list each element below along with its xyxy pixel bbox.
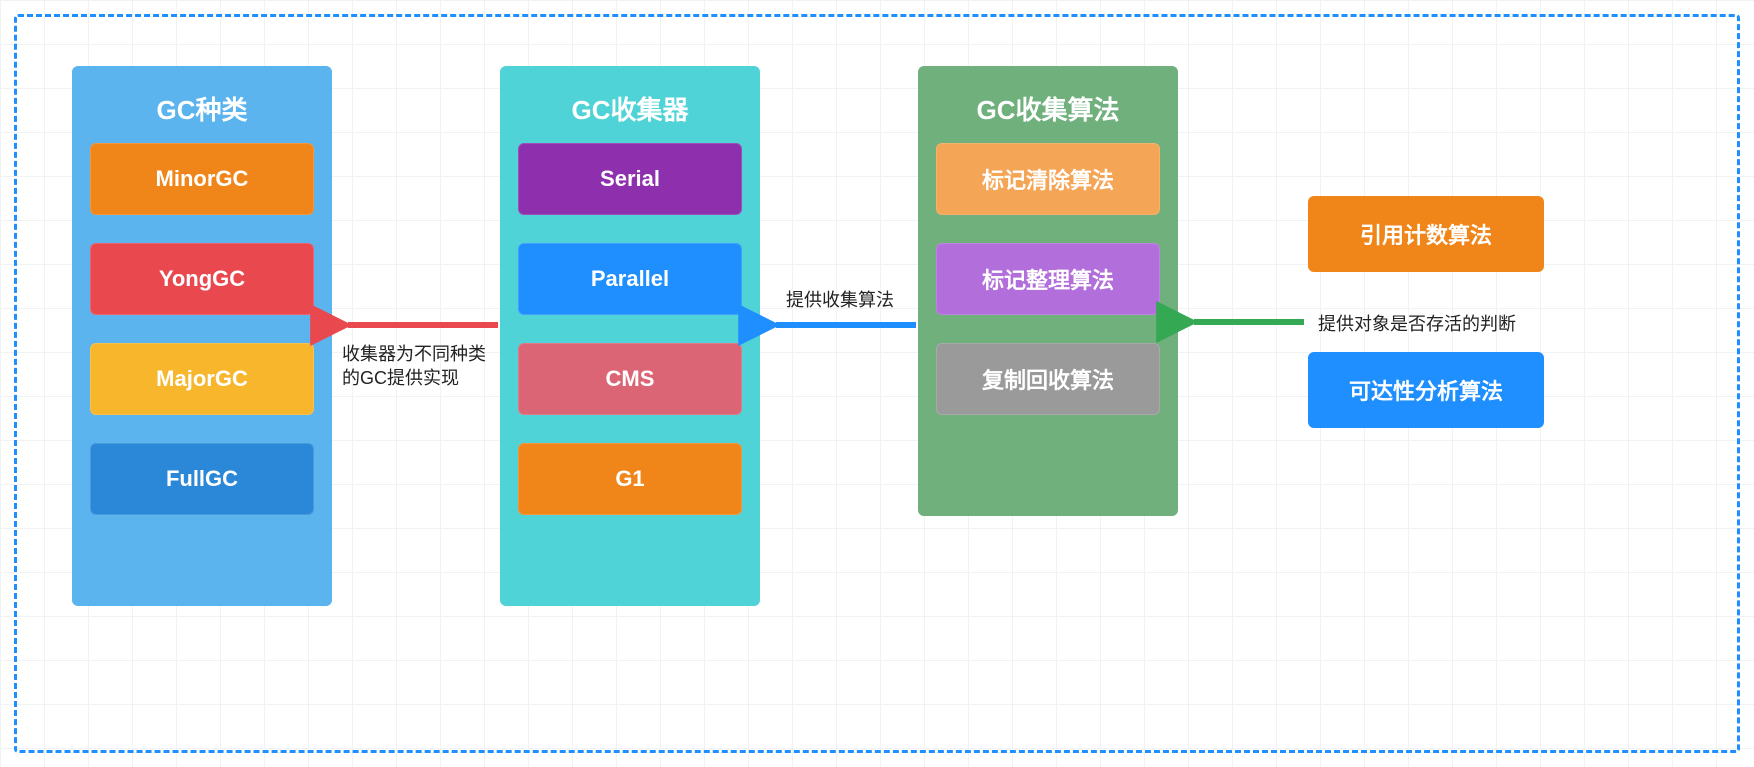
chip-mark-sweep: 标记清除算法 [936, 143, 1160, 215]
arrow-label-1-line1: 收集器为不同种类 [342, 344, 486, 364]
box-reachability: 可达性分析算法 [1308, 352, 1544, 428]
chip-majorgc: MajorGC [90, 343, 314, 415]
arrow-label-1: 收集器为不同种类 的GC提供实现 [342, 342, 512, 391]
chip-mark-compact: 标记整理算法 [936, 243, 1160, 315]
chip-minorgc: MinorGC [90, 143, 314, 215]
panel-gc-algorithms: GC收集算法 标记清除算法 标记整理算法 复制回收算法 [918, 66, 1178, 516]
panel-title-collectors: GC收集器 [571, 90, 688, 127]
panel-title-algorithms: GC收集算法 [976, 90, 1119, 127]
arrow-label-2: 提供收集算法 [786, 288, 894, 312]
chip-copying: 复制回收算法 [936, 343, 1160, 415]
chip-g1: G1 [518, 443, 742, 515]
chip-parallel: Parallel [518, 243, 742, 315]
panel-gc-types: GC种类 MinorGC YongGC MajorGC FullGC [72, 66, 332, 606]
chip-fullgc: FullGC [90, 443, 314, 515]
panel-gc-collectors: GC收集器 Serial Parallel CMS G1 [500, 66, 760, 606]
panel-title-types: GC种类 [156, 90, 247, 127]
arrow-label-3: 提供对象是否存活的判断 [1318, 312, 1516, 336]
chip-serial: Serial [518, 143, 742, 215]
box-ref-counting: 引用计数算法 [1308, 196, 1544, 272]
chip-cms: CMS [518, 343, 742, 415]
arrow-label-1-line2: 的GC提供实现 [342, 368, 459, 388]
chip-yonggc: YongGC [90, 243, 314, 315]
